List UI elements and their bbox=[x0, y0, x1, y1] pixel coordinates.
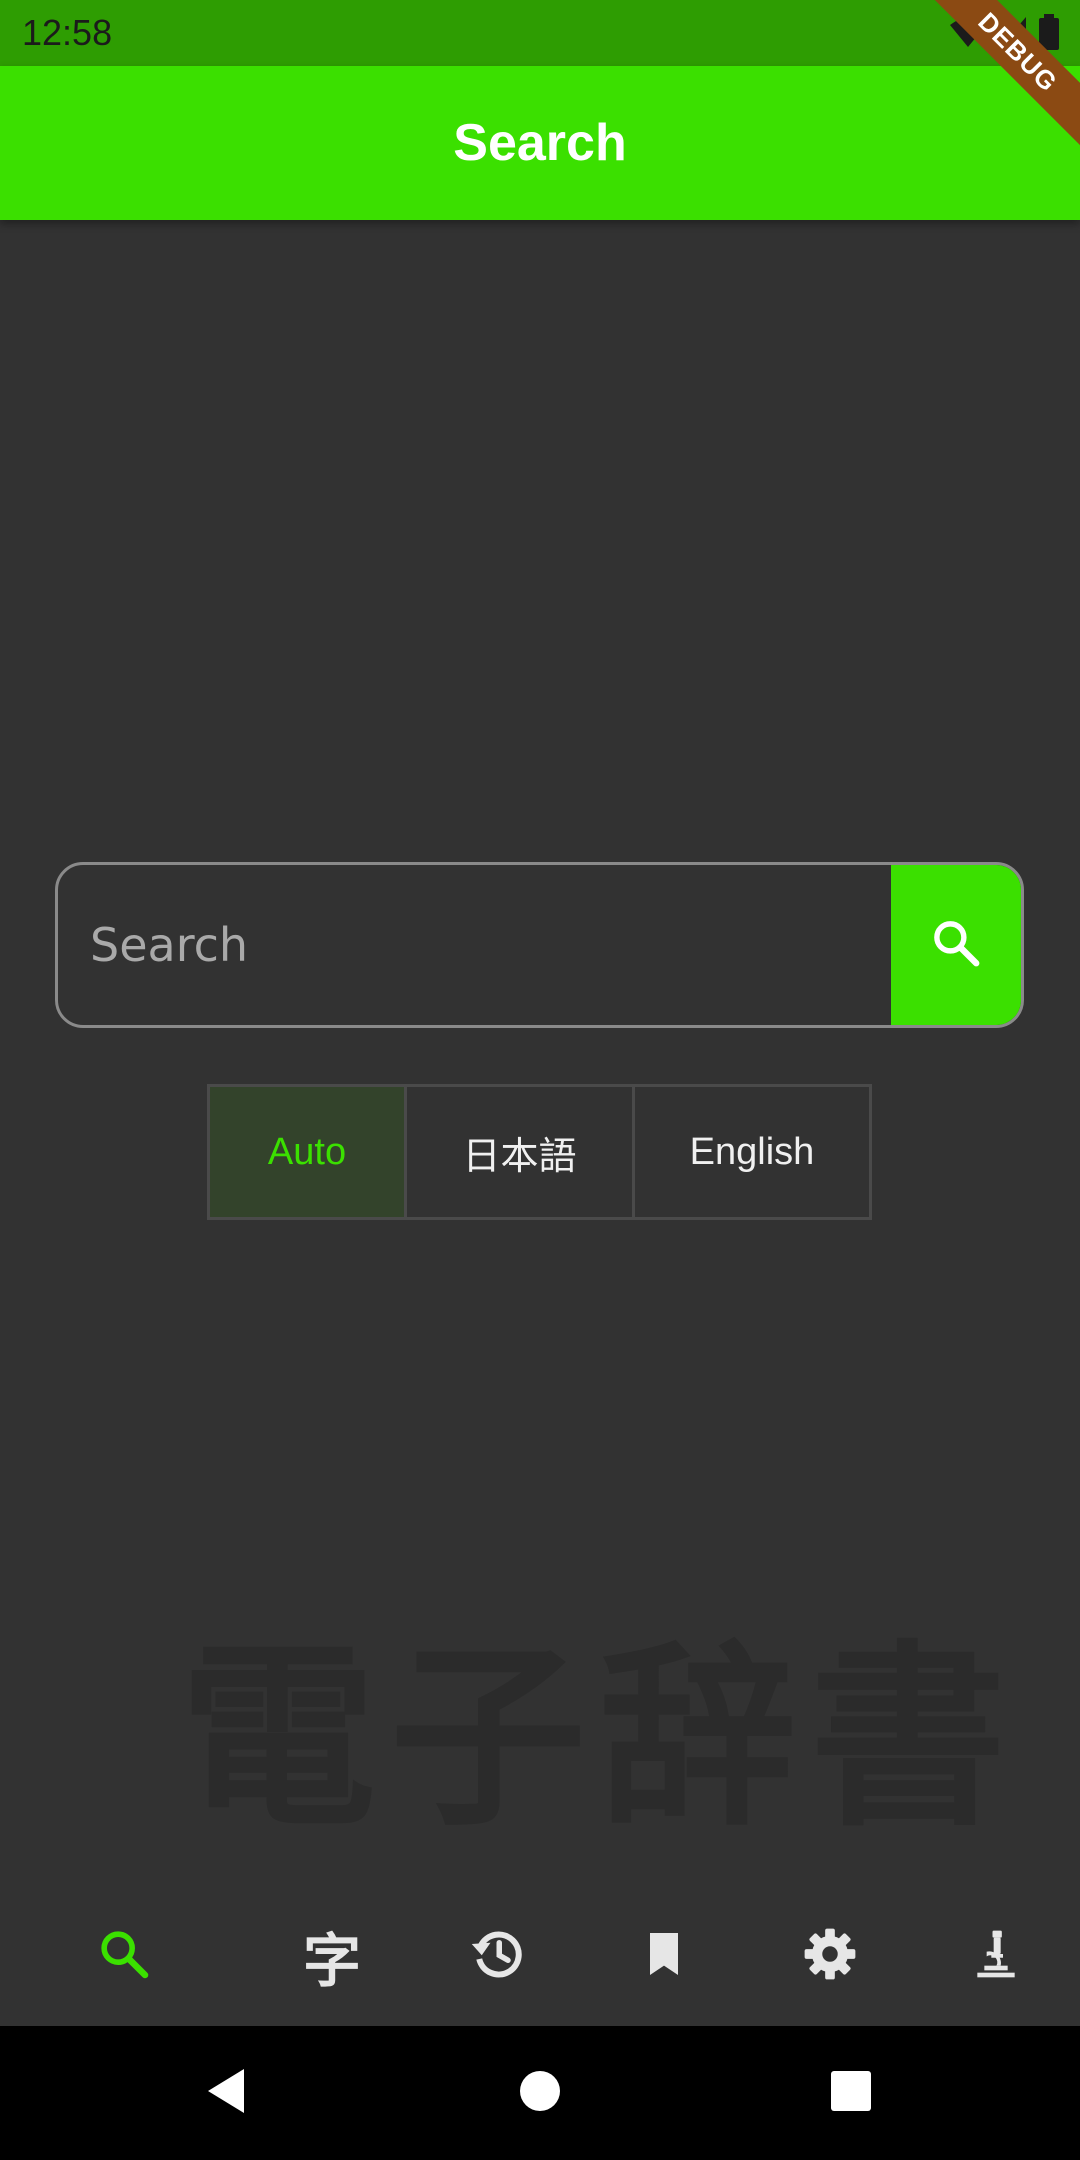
language-option-japanese[interactable]: 日本語 bbox=[407, 1087, 635, 1217]
back-triangle-icon bbox=[204, 2067, 248, 2120]
kanji-icon: 字 bbox=[302, 1927, 361, 1995]
language-toggle: Auto 日本語 English bbox=[207, 1084, 872, 1220]
nav-item-settings[interactable] bbox=[775, 1906, 885, 2006]
search-box bbox=[55, 862, 1024, 1028]
bookmark-icon bbox=[636, 1926, 692, 1987]
nav-item-bookmarks[interactable] bbox=[609, 1906, 719, 2006]
history-icon bbox=[468, 1924, 528, 1989]
background-watermark: 電子辞書 bbox=[179, 1623, 1020, 1853]
bottom-nav: 字 bbox=[0, 1886, 1080, 2026]
home-button[interactable] bbox=[500, 2053, 580, 2133]
language-option-english[interactable]: English bbox=[635, 1087, 869, 1217]
language-option-auto[interactable]: Auto bbox=[210, 1087, 407, 1217]
search-icon bbox=[929, 916, 983, 975]
page-title: Search bbox=[453, 114, 627, 172]
nav-item-labs[interactable] bbox=[941, 1906, 1051, 2006]
home-circle-icon bbox=[518, 2069, 562, 2118]
nav-item-kanji[interactable]: 字 bbox=[277, 1906, 387, 2006]
system-nav-bar bbox=[0, 2026, 1080, 2160]
recents-button[interactable] bbox=[811, 2053, 891, 2133]
settings-icon bbox=[801, 1925, 859, 1988]
nav-item-history[interactable] bbox=[443, 1906, 553, 2006]
status-time: 12:58 bbox=[22, 12, 113, 53]
recents-square-icon bbox=[830, 2070, 872, 2117]
nav-item-search[interactable] bbox=[69, 1906, 179, 2006]
search-icon bbox=[96, 1926, 152, 1987]
back-button[interactable] bbox=[186, 2053, 266, 2133]
status-bar: 12:58 bbox=[0, 0, 1080, 66]
search-input[interactable] bbox=[58, 865, 894, 1025]
search-button[interactable] bbox=[891, 865, 1021, 1025]
microscope-icon bbox=[968, 1926, 1024, 1987]
app-bar: Search bbox=[0, 66, 1080, 220]
